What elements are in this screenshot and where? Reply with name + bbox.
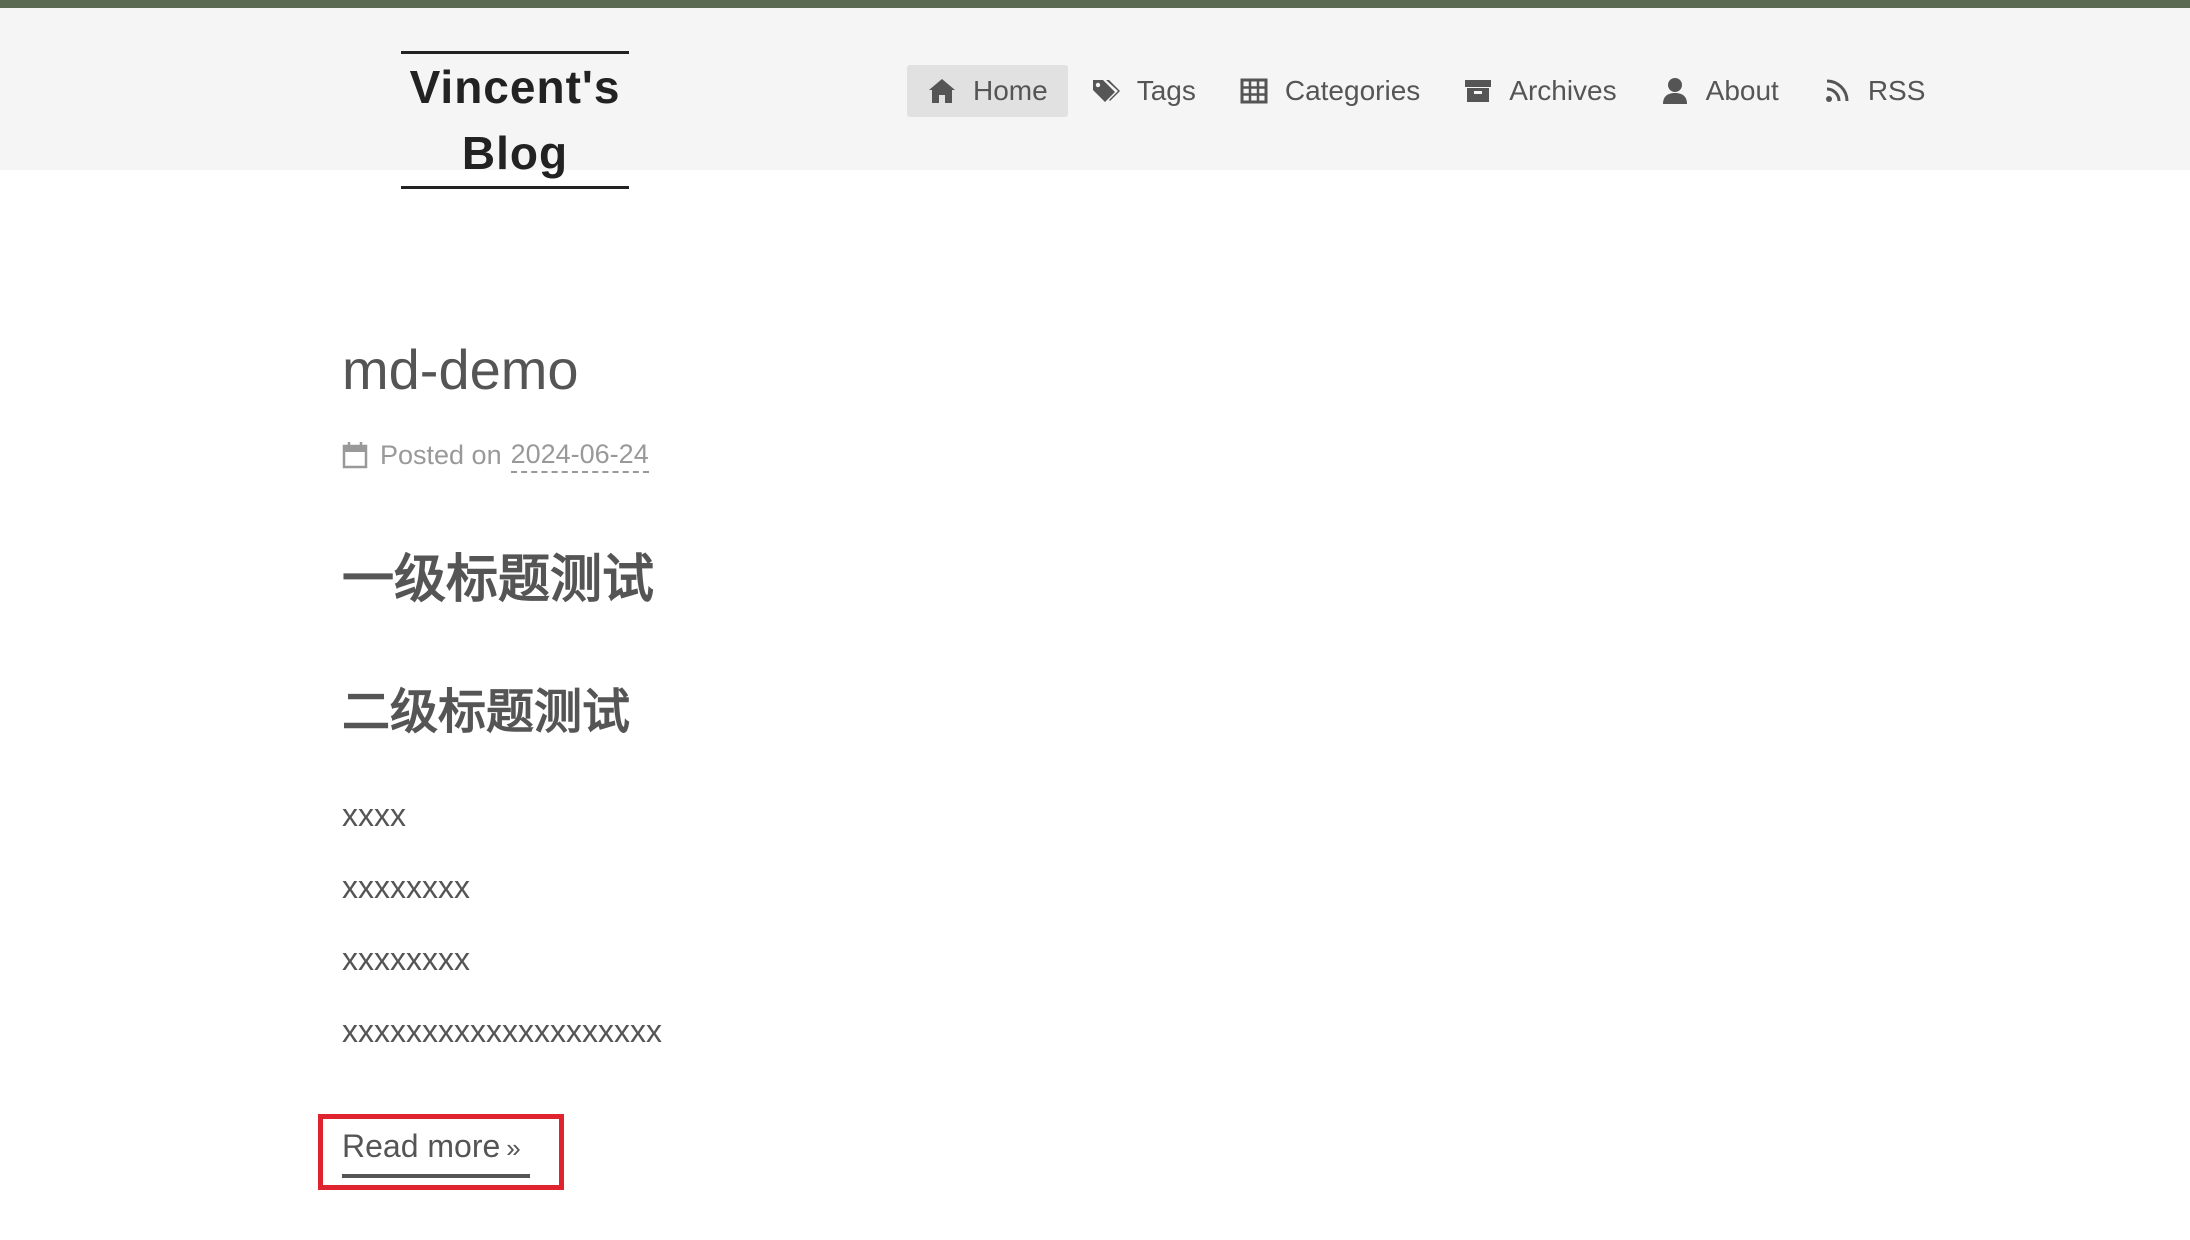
read-more-label: Read more — [342, 1128, 501, 1164]
post-meta: Posted on 2024-06-24 — [342, 435, 1842, 475]
site-header: Vincent's Blog Home Tags Categories Arch… — [0, 8, 2190, 189]
paragraph: xxxx — [342, 797, 406, 833]
nav-item-archives[interactable]: Archives — [1443, 65, 1636, 117]
paragraph: xxxxxxxx — [342, 869, 470, 905]
brand-line-bottom — [401, 186, 629, 189]
paragraph: xxxxxxxxxxxxxxxxxxxx — [342, 1013, 662, 1049]
archive-icon — [1463, 76, 1493, 106]
grid-icon — [1239, 76, 1269, 106]
post-entry: md-demo Posted on 2024-06-24 一级标题测试 二级标题… — [342, 330, 1842, 1051]
main-nav: Home Tags Categories Archives About RSS — [907, 65, 1948, 117]
nav-item-categories[interactable]: Categories — [1219, 65, 1440, 117]
calendar-icon — [342, 441, 368, 469]
nav-label-categories: Categories — [1284, 75, 1421, 106]
nav-item-about[interactable]: About — [1640, 65, 1799, 117]
read-more-underline — [342, 1174, 530, 1178]
paragraph: xxxxxxxx — [342, 941, 470, 977]
read-more-button[interactable]: Read more» — [342, 1124, 530, 1178]
site-brand[interactable]: Vincent's Blog — [360, 51, 670, 189]
nav-item-tags[interactable]: Tags — [1071, 65, 1216, 117]
heading-level-2: 二级标题测试 — [342, 686, 631, 739]
heading-level-1: 一级标题测试 — [342, 551, 655, 609]
nav-label-home: Home — [973, 75, 1048, 106]
nav-item-home[interactable]: Home — [907, 65, 1068, 117]
post-title[interactable]: md-demo — [342, 330, 1842, 410]
site-title[interactable]: Vincent's Blog — [360, 54, 670, 186]
nav-label-tags: Tags — [1136, 75, 1196, 106]
rss-icon — [1822, 76, 1852, 106]
nav-label-rss: RSS — [1867, 75, 1926, 106]
tags-icon — [1091, 76, 1121, 106]
nav-label-about: About — [1705, 75, 1779, 106]
posted-on-label: Posted on — [380, 439, 502, 470]
double-chevron-right-icon: » — [506, 1133, 521, 1163]
home-icon — [927, 76, 957, 106]
nav-item-rss[interactable]: RSS — [1802, 65, 1946, 117]
nav-label-archives: Archives — [1509, 75, 1617, 106]
top-accent-bar — [0, 0, 2190, 8]
user-icon — [1660, 76, 1690, 106]
post-date: 2024-06-24 — [510, 437, 649, 473]
